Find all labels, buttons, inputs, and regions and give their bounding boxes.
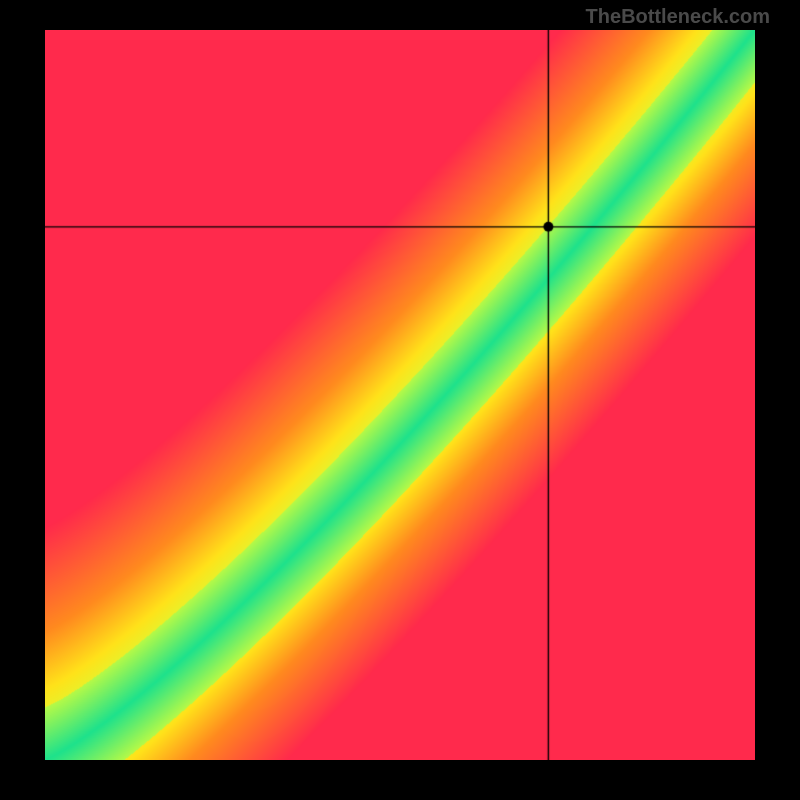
attribution-text: TheBottleneck.com [586, 6, 770, 29]
heatmap-canvas [45, 30, 755, 760]
heatmap-plot [45, 30, 755, 760]
